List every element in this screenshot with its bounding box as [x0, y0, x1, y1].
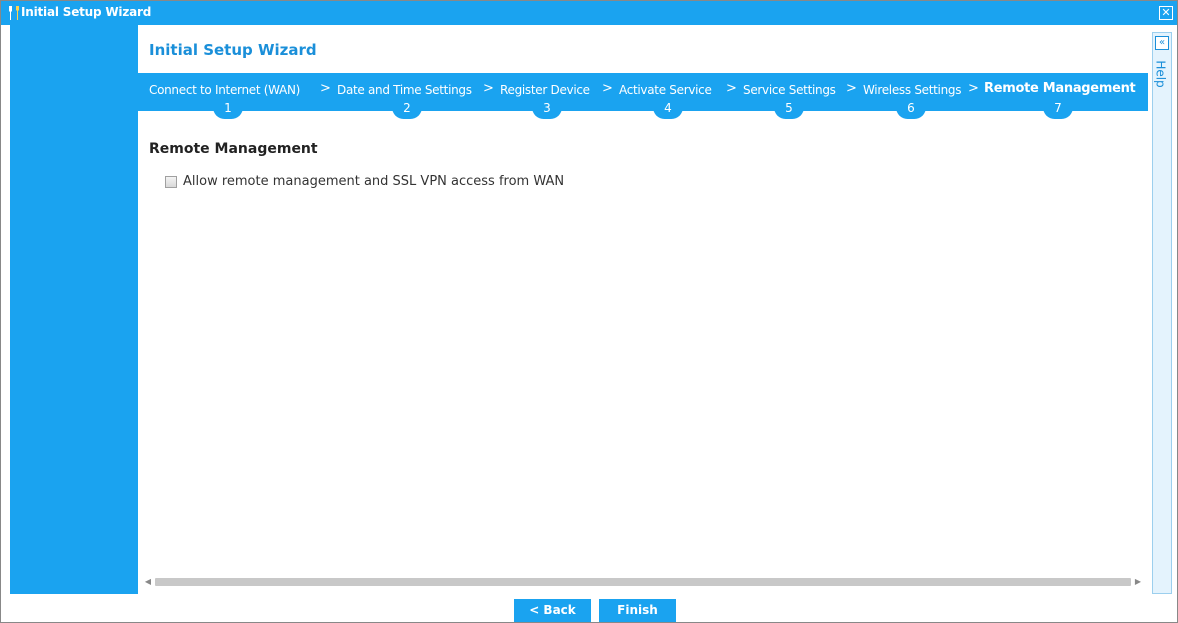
step-number: 1 [213, 99, 243, 119]
help-tab[interactable]: Help [1154, 60, 1168, 87]
finish-button[interactable]: Finish [599, 599, 676, 622]
step-label: Date and Time Settings [337, 83, 472, 97]
chevron-right-icon: > [320, 81, 331, 96]
chevron-right-icon: > [602, 81, 613, 96]
step-label: Wireless Settings [863, 83, 962, 97]
step-label: Connect to Internet (WAN) [149, 83, 301, 97]
close-icon[interactable]: ✕ [1159, 6, 1173, 20]
title-bar: Initial Setup Wizard ✕ [1, 1, 1177, 25]
chevron-right-icon: > [726, 81, 737, 96]
step-label: Remote Management [984, 81, 1136, 96]
wizard-heading: Initial Setup Wizard [149, 41, 317, 59]
step-number: 7 [1043, 99, 1073, 119]
wizard-steps-bar: Connect to Internet (WAN) 1 > Date and T… [138, 73, 1148, 119]
collapse-help-icon[interactable]: « [1155, 36, 1169, 50]
help-panel-collapsed: « Help [1152, 32, 1172, 594]
horizontal-scrollbar[interactable]: ◀ ▶ [143, 575, 1143, 589]
step-number: 2 [392, 99, 422, 119]
chevron-right-icon: > [968, 81, 979, 96]
back-button[interactable]: < Back [514, 599, 591, 622]
setup-wizard-window: Initial Setup Wizard ✕ Initial Setup Wiz… [0, 0, 1178, 623]
wizard-content: Initial Setup Wizard Connect to Internet… [138, 25, 1148, 594]
left-sidebar [10, 25, 138, 594]
chevron-right-icon: > [846, 81, 857, 96]
remote-management-checkbox[interactable] [165, 176, 177, 188]
step-label: Register Device [500, 83, 590, 97]
step-label: Activate Service [619, 83, 712, 97]
step-number: 4 [653, 99, 683, 119]
chevron-right-icon: > [483, 81, 494, 96]
remote-management-checkbox-label[interactable]: Allow remote management and SSL VPN acce… [183, 174, 564, 189]
section-title: Remote Management [149, 141, 318, 157]
scrollbar-thumb[interactable] [155, 578, 1131, 586]
step-number: 3 [532, 99, 562, 119]
scroll-right-icon[interactable]: ▶ [1133, 576, 1143, 588]
wizard-tools-icon [7, 5, 21, 21]
step-label: Service Settings [743, 83, 836, 97]
scroll-left-icon[interactable]: ◀ [143, 576, 153, 588]
step-number: 5 [774, 99, 804, 119]
step-number: 6 [896, 99, 926, 119]
window-title: Initial Setup Wizard [21, 5, 152, 19]
